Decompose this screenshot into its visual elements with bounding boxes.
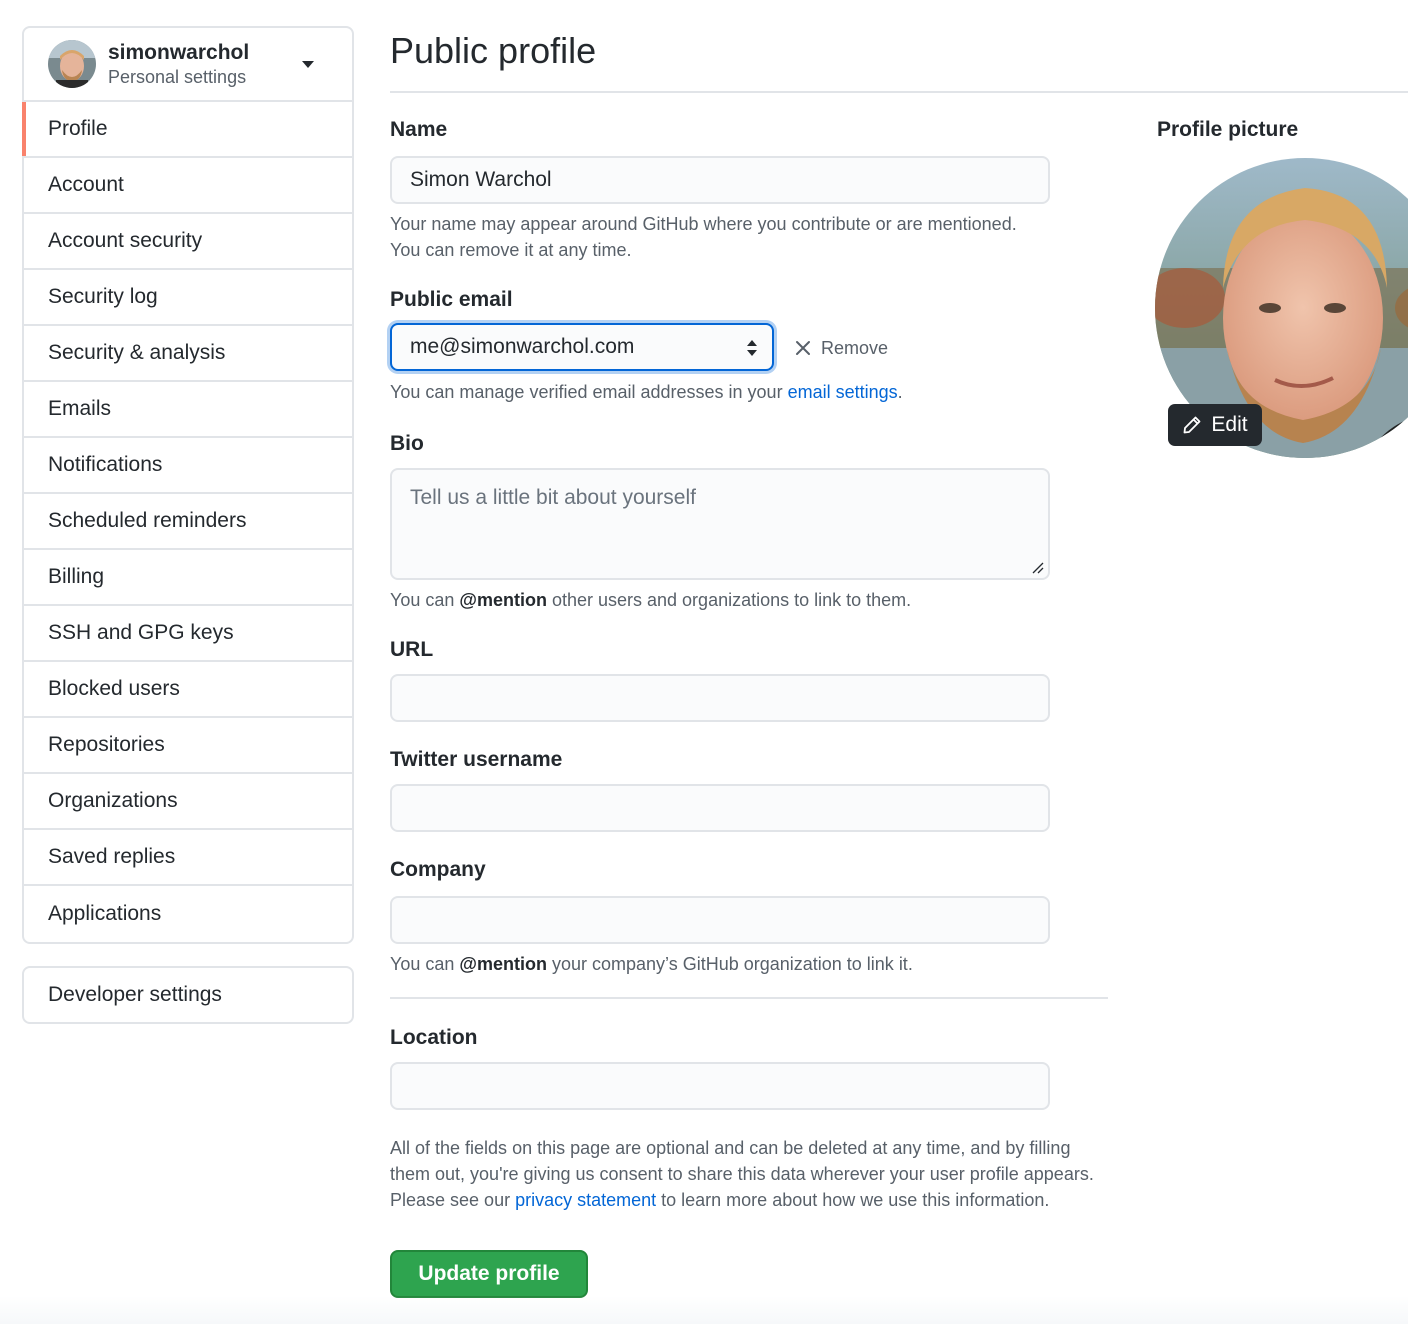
bio-note-prefix: You can xyxy=(390,590,460,610)
name-value: Simon Warchol xyxy=(410,168,552,191)
public-email-label: Public email xyxy=(390,288,513,311)
sidebar-item-label: Account security xyxy=(48,229,203,252)
company-note-prefix: You can xyxy=(390,954,460,974)
sidebar-item-label: Notifications xyxy=(48,453,163,476)
sidebar-item-notifications[interactable]: Notifications xyxy=(24,438,352,494)
avatar xyxy=(48,40,96,88)
bio-note-suffix: other users and organizations to link to… xyxy=(546,590,912,610)
sidebar-item-scheduled-reminders[interactable]: Scheduled reminders xyxy=(24,494,352,550)
sidebar-item-billing[interactable]: Billing xyxy=(24,550,352,606)
remove-email-button[interactable]: Remove xyxy=(794,334,888,362)
public-email-note: You can manage verified email addresses … xyxy=(390,379,903,405)
sidebar-item-repositories[interactable]: Repositories xyxy=(24,718,352,774)
name-note-line1: Your name may appear around GitHub where… xyxy=(390,214,1017,234)
name-note-line2: You can remove it at any time. xyxy=(390,240,632,260)
company-note-mention: @mention xyxy=(459,954,547,974)
sidebar-item-label: Organizations xyxy=(48,789,178,812)
sidebar-item-label: Billing xyxy=(48,565,105,588)
sidebar-item-label: Scheduled reminders xyxy=(48,509,247,532)
bio-note: You can @mention other users and organiz… xyxy=(390,587,911,613)
company-note-suffix: your company’s GitHub organization to li… xyxy=(546,954,913,974)
sidebar-item-organizations[interactable]: Organizations xyxy=(24,774,352,830)
sidebar-item-applications[interactable]: Applications xyxy=(24,886,352,942)
divider xyxy=(390,91,1408,93)
divider xyxy=(390,997,1108,999)
sidebar-item-developer-settings[interactable]: Developer settings xyxy=(24,968,352,1022)
privacy-statement-link[interactable]: privacy statement xyxy=(515,1190,656,1210)
sidebar-item-label: Emails xyxy=(48,397,112,420)
sidebar-username: simonwarchol xyxy=(108,40,250,64)
pencil-icon xyxy=(1184,416,1201,434)
sidebar-item-blocked-users[interactable]: Blocked users xyxy=(24,662,352,718)
sidebar-item-label: Security & analysis xyxy=(48,341,226,364)
developer-settings-menu: Developer settings xyxy=(22,966,354,1024)
company-label: Company xyxy=(390,858,486,881)
location-label: Location xyxy=(390,1026,478,1049)
sidebar-item-security-analysis[interactable]: Security & analysis xyxy=(24,326,352,382)
update-profile-button[interactable]: Update profile xyxy=(390,1250,588,1298)
sidebar-item-label: Account xyxy=(48,173,124,196)
sidebar-item-label: SSH and GPG keys xyxy=(48,621,234,644)
remove-email-label: Remove xyxy=(821,337,889,358)
chevron-down-icon[interactable] xyxy=(302,60,314,68)
bio-textarea[interactable]: Tell us a little bit about yourself xyxy=(390,468,1050,580)
sidebar-item-label: Security log xyxy=(48,285,158,308)
sidebar-item-account[interactable]: Account xyxy=(24,158,352,214)
sidebar-item-emails[interactable]: Emails xyxy=(24,382,352,438)
bio-note-mention: @mention xyxy=(459,590,547,610)
close-icon xyxy=(796,341,810,355)
sidebar-item-label: Profile xyxy=(48,117,108,140)
sidebar-item-saved-replies[interactable]: Saved replies xyxy=(24,830,352,886)
sidebar-item-label: Applications xyxy=(48,902,162,925)
privacy-disclaimer: All of the fields on this page are optio… xyxy=(390,1135,1108,1213)
sidebar-item-security-log[interactable]: Security log xyxy=(24,270,352,326)
name-label: Name xyxy=(390,118,448,141)
public-email-note-period: . xyxy=(897,382,903,402)
edit-picture-button[interactable]: Edit xyxy=(1168,404,1262,446)
bottom-fade xyxy=(0,1296,1408,1324)
twitter-label: Twitter username xyxy=(390,748,563,771)
account-switcher[interactable]: simonwarchol Personal settings xyxy=(24,28,352,102)
public-email-selected: me@simonwarchol.com xyxy=(410,335,635,358)
email-settings-link[interactable]: email settings xyxy=(788,382,898,402)
disclaimer-text-end: to learn more about how we use this info… xyxy=(656,1190,1050,1210)
sidebar-item-profile[interactable]: Profile xyxy=(22,102,352,158)
bio-label: Bio xyxy=(390,432,424,455)
profile-picture-label: Profile picture xyxy=(1157,118,1299,141)
url-label: URL xyxy=(390,638,434,661)
sidebar-item-label: Blocked users xyxy=(48,677,180,700)
bio-placeholder: Tell us a little bit about yourself xyxy=(410,486,696,509)
public-email-select[interactable]: me@simonwarchol.com xyxy=(390,323,774,371)
location-field[interactable] xyxy=(390,1062,1050,1110)
sidebar-item-label: Repositories xyxy=(48,733,165,756)
company-note: You can @mention your company’s GitHub o… xyxy=(390,951,913,977)
select-arrows-icon xyxy=(747,340,757,356)
page-title: Public profile xyxy=(390,30,597,71)
resize-grip-icon[interactable] xyxy=(1030,560,1044,574)
url-field[interactable] xyxy=(390,674,1050,722)
sidebar-item-account-security[interactable]: Account security xyxy=(24,214,352,270)
twitter-username-field[interactable] xyxy=(390,784,1050,832)
company-field[interactable] xyxy=(390,896,1050,944)
edit-picture-label: Edit xyxy=(1211,413,1248,436)
public-email-note-text: You can manage verified email addresses … xyxy=(390,382,788,402)
settings-sidebar: simonwarchol Personal settings Profile A… xyxy=(22,26,354,944)
sidebar-item-label: Developer settings xyxy=(48,983,222,1006)
sidebar-subtitle: Personal settings xyxy=(108,66,247,87)
sidebar-item-label: Saved replies xyxy=(48,845,176,868)
name-note: Your name may appear around GitHub where… xyxy=(390,211,1017,263)
sidebar-item-ssh-gpg-keys[interactable]: SSH and GPG keys xyxy=(24,606,352,662)
name-field[interactable]: Simon Warchol xyxy=(390,156,1050,204)
